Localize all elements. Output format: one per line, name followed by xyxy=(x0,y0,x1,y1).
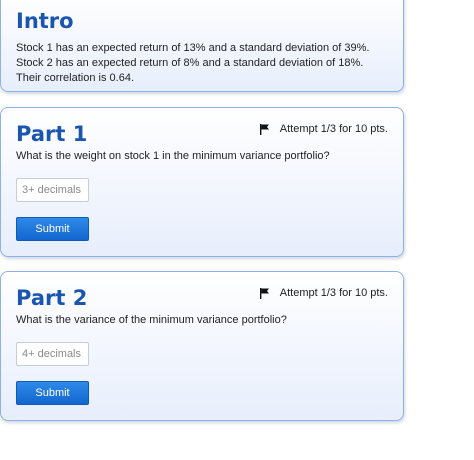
part-1-question: What is the weight on stock 1 in the min… xyxy=(16,150,330,162)
part-1-submit-button[interactable]: Submit xyxy=(16,217,89,241)
part-2-attempt-text: Attempt 1/3 for 10 pts. xyxy=(279,287,388,299)
flag-icon xyxy=(259,287,269,299)
part-2-answer-input[interactable] xyxy=(16,342,89,366)
intro-text: Stock 1 has an expected return of 13% an… xyxy=(16,42,370,84)
intro-card: Intro Stock 1 has an expected return of … xyxy=(0,0,404,92)
part-2-title: Part 2 xyxy=(16,286,88,310)
part-1-attempt: Attempt 1/3 for 10 pts. xyxy=(259,123,388,135)
part-1-title: Part 1 xyxy=(16,122,88,146)
part-2-question: What is the variance of the minimum vari… xyxy=(16,314,287,326)
part-2-submit-button[interactable]: Submit xyxy=(16,381,89,405)
page: Intro Stock 1 has an expected return of … xyxy=(0,0,474,460)
part-2-attempt: Attempt 1/3 for 10 pts. xyxy=(259,287,388,299)
intro-title: Intro xyxy=(16,9,74,33)
part-1-card: Part 1 Attempt 1/3 for 10 pts. What is t… xyxy=(0,107,404,257)
flag-icon xyxy=(259,123,269,135)
part-1-attempt-text: Attempt 1/3 for 10 pts. xyxy=(279,123,388,135)
part-2-card: Part 2 Attempt 1/3 for 10 pts. What is t… xyxy=(0,271,404,421)
part-1-answer-input[interactable] xyxy=(16,178,89,202)
